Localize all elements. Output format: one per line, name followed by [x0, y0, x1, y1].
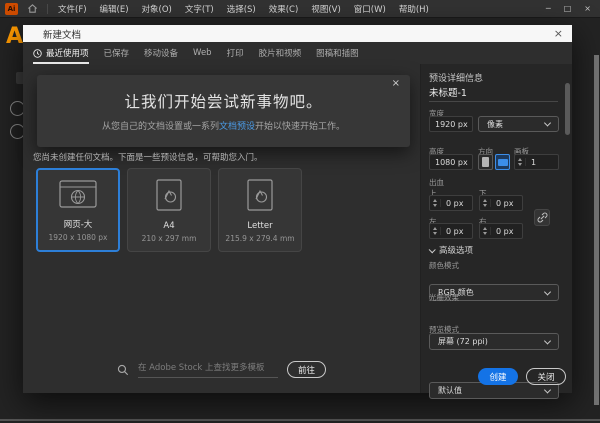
stepper-up-icon[interactable] [518, 158, 522, 161]
bleed-label: 出血 [429, 177, 444, 188]
preset-dimensions: 210 x 297 mm [142, 234, 197, 243]
orientation-landscape-button[interactable] [495, 154, 510, 170]
clock-icon [33, 49, 42, 58]
units-dropdown[interactable]: 像素 [478, 116, 559, 132]
menu-select[interactable]: 选择(S) [225, 1, 258, 17]
no-documents-hint: 您尚未创建任何文档。下面是一些预设信息，可帮助您入门。 [33, 151, 263, 163]
window-bottom-border [0, 419, 600, 421]
menu-help[interactable]: 帮助(H) [397, 1, 431, 17]
menu-object[interactable]: 对象(O) [140, 1, 174, 17]
preset-card-letter[interactable]: Letter 215.9 x 279.4 mm [218, 168, 302, 252]
close-button[interactable]: 关闭 [526, 368, 566, 385]
close-window-button[interactable]: × [584, 5, 591, 13]
banner-close-icon[interactable]: × [392, 78, 400, 89]
menu-view[interactable]: 视图(V) [309, 1, 342, 17]
tab-art-illustration[interactable]: 图稿和插图 [316, 42, 359, 64]
chevron-down-icon [544, 288, 551, 295]
menu-file[interactable]: 文件(F) [56, 1, 89, 17]
menu-bar: Ai 文件(F) 编辑(E) 对象(O) 文字(T) 选择(S) 效果(C) 视… [0, 0, 600, 18]
adobe-stock-search: 在 Adobe Stock 上查找更多模板 前往 [23, 361, 420, 378]
create-button[interactable]: 创建 [478, 368, 518, 385]
tab-web[interactable]: Web [193, 42, 212, 64]
dialog-title-bar: 新建文档 × [23, 25, 572, 42]
chevron-down-icon [429, 246, 436, 253]
artboards-stepper[interactable]: 1 [514, 154, 559, 170]
panel-footer: 创建 关闭 [478, 368, 566, 385]
preset-name: 网页-大 [64, 218, 93, 230]
menu-items: 文件(F) 编辑(E) 对象(O) 文字(T) 选择(S) 效果(C) 视图(V… [56, 1, 431, 17]
illustrator-window: A Ai 文件(F) 编辑(E) 对象(O) 文字(T) 选择(S) 效果(C)… [0, 0, 600, 423]
advanced-options-toggle[interactable]: 高级选项 [429, 244, 473, 256]
banner-heading: 让我们开始尝试新事物吧。 [37, 90, 410, 112]
preset-card-a4[interactable]: A4 210 x 297 mm [127, 168, 211, 252]
print-page-icon [156, 169, 182, 221]
app-logo-icon[interactable]: Ai [5, 3, 18, 15]
preset-dimensions: 215.9 x 279.4 mm [225, 234, 294, 243]
window-controls: ─ □ × [546, 5, 600, 13]
preset-dimensions: 1920 x 1080 px [49, 233, 108, 242]
preset-details-panel: 预设详细信息 未标题-1 宽度 1920 px 像素 高度 方向 画板 1080… [420, 64, 572, 393]
dialog-title: 新建文档 [43, 27, 81, 41]
height-input[interactable]: 1080 px [429, 154, 473, 170]
color-mode-label: 颜色模式 [429, 260, 459, 271]
print-page-icon [247, 169, 273, 221]
chain-link-icon [537, 212, 548, 223]
dialog-close-icon[interactable]: × [554, 28, 563, 39]
dialog-left-area: × 让我们开始尝试新事物吧。 从您自己的文档设置或一系列文档预设开始以快速开始工… [23, 64, 420, 393]
preset-name: Letter [247, 221, 272, 231]
link-values-button[interactable] [534, 209, 550, 226]
tab-film-video[interactable]: 胶片和视频 [259, 42, 302, 64]
web-browser-globe-icon [59, 170, 97, 218]
chevron-down-icon [544, 119, 551, 126]
tab-mobile[interactable]: 移动设备 [144, 42, 178, 64]
tab-saved[interactable]: 已保存 [104, 42, 130, 64]
bleed-bottom-stepper[interactable]: 0 px [479, 195, 523, 211]
raster-effects-label: 光栅效果 [429, 292, 459, 303]
preview-mode-label: 预览模式 [429, 324, 459, 335]
preset-cards: 网页-大 1920 x 1080 px A4 210 x 297 mm [36, 168, 302, 252]
welcome-banner: × 让我们开始尝试新事物吧。 从您自己的文档设置或一系列文档预设开始以快速开始工… [37, 75, 410, 147]
preset-category-tabs: 最近使用项 已保存 移动设备 Web 打印 胶片和视频 图稿和插图 [23, 42, 572, 64]
banner-subtitle: 从您自己的文档设置或一系列文档预设开始以快速开始工作。 [37, 119, 410, 132]
chevron-down-icon [544, 337, 551, 344]
menubar-separator [47, 4, 48, 14]
dialog-body: × 让我们开始尝试新事物吧。 从您自己的文档设置或一系列文档预设开始以快速开始工… [23, 64, 572, 393]
home-icon[interactable] [27, 3, 38, 14]
stock-search-input[interactable]: 在 Adobe Stock 上查找更多模板 [138, 361, 278, 378]
bleed-left-stepper[interactable]: 0 px [429, 223, 473, 239]
go-button[interactable]: 前往 [287, 361, 326, 378]
maximize-button[interactable]: □ [564, 5, 572, 13]
preset-name: A4 [163, 221, 174, 231]
panel-header: 预设详细信息 [429, 71, 483, 84]
stepper-down-icon[interactable] [518, 163, 522, 166]
tab-recent[interactable]: 最近使用项 [33, 42, 89, 64]
menu-edit[interactable]: 编辑(E) [98, 1, 131, 17]
panel-scrollbar[interactable] [565, 83, 570, 135]
menu-effect[interactable]: 效果(C) [267, 1, 301, 17]
chevron-down-icon [544, 386, 551, 393]
raster-effects-dropdown[interactable]: 屏幕 (72 ppi) [429, 333, 559, 350]
portrait-icon [482, 157, 489, 167]
divider [429, 101, 558, 102]
width-input[interactable]: 1920 px [429, 116, 473, 132]
document-name-field[interactable]: 未标题-1 [429, 85, 467, 99]
tab-print[interactable]: 打印 [227, 42, 244, 64]
background-app-logo: A [6, 24, 23, 49]
landscape-icon [498, 159, 508, 166]
orientation-portrait-button[interactable] [478, 154, 493, 170]
new-document-dialog: 新建文档 × 最近使用项 已保存 移动设备 Web 打印 胶片和视频 图稿和插图… [23, 25, 572, 393]
minimize-button[interactable]: ─ [546, 5, 551, 13]
document-presets-link[interactable]: 文档预设 [219, 122, 255, 132]
bleed-right-stepper[interactable]: 0 px [479, 223, 523, 239]
menu-window[interactable]: 窗口(W) [352, 1, 388, 17]
background-scrollbar[interactable] [594, 55, 599, 405]
preset-card-web-large[interactable]: 网页-大 1920 x 1080 px [36, 168, 120, 252]
search-icon [117, 364, 129, 376]
menu-type[interactable]: 文字(T) [183, 1, 216, 17]
bleed-top-stepper[interactable]: 0 px [429, 195, 473, 211]
